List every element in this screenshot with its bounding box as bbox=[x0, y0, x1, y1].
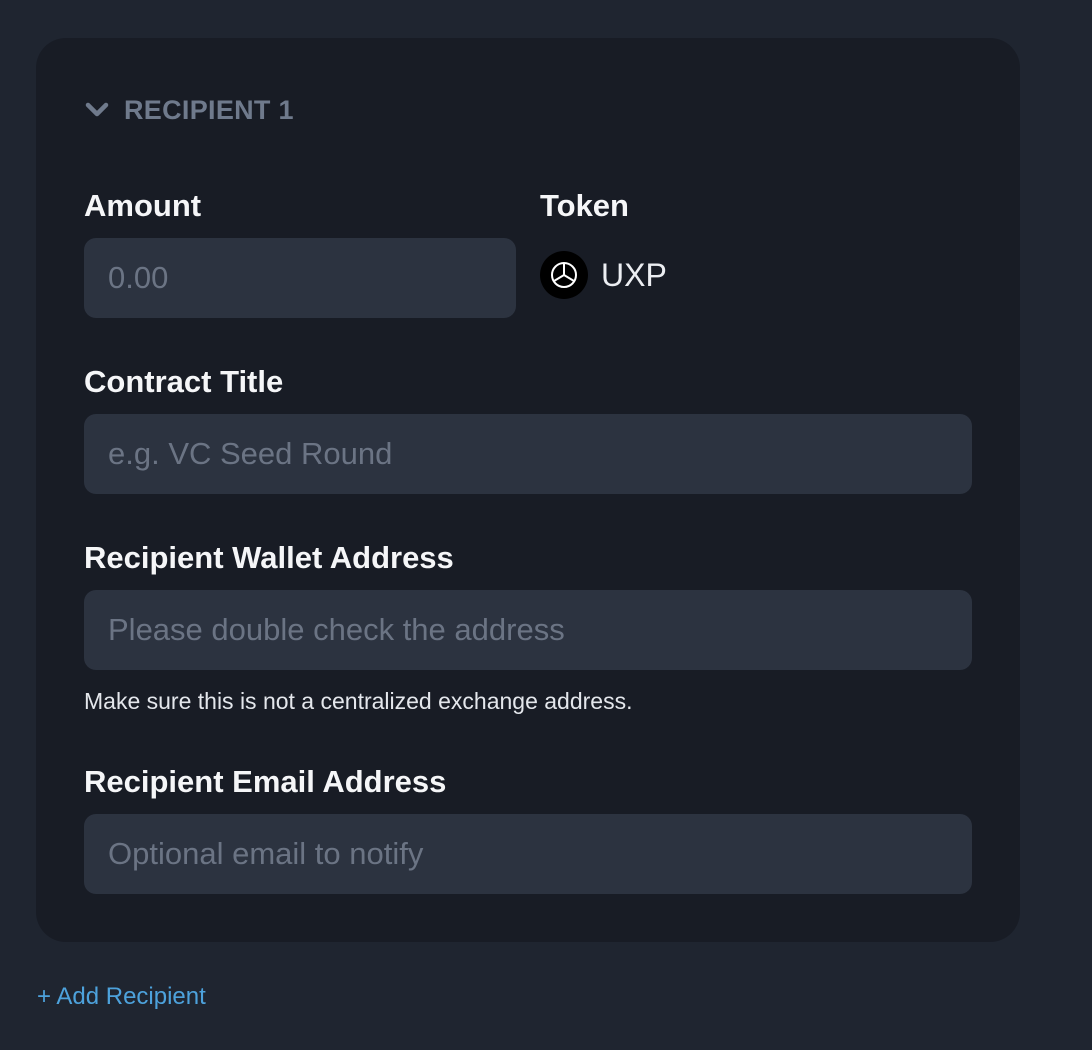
amount-label: Amount bbox=[84, 188, 202, 223]
wallet-address-helper-text: Make sure this is not a centralized exch… bbox=[84, 688, 633, 714]
recipient-section-title: RECIPIENT 1 bbox=[124, 94, 294, 125]
token-display: UXP bbox=[540, 250, 667, 300]
recipient-section-toggle[interactable]: RECIPIENT 1 bbox=[84, 94, 294, 126]
wallet-address-label: Recipient Wallet Address bbox=[84, 540, 454, 575]
token-label: Token bbox=[540, 188, 629, 223]
chevron-down-icon[interactable] bbox=[84, 97, 110, 123]
recipient-card: RECIPIENT 1 Amount Token UXP Contract Ti… bbox=[36, 38, 1020, 942]
email-address-input[interactable] bbox=[84, 814, 972, 894]
wallet-address-input[interactable] bbox=[84, 590, 972, 670]
contract-title-input[interactable] bbox=[84, 414, 972, 494]
add-recipient-button[interactable]: + Add Recipient bbox=[37, 983, 206, 1011]
amount-input[interactable] bbox=[84, 238, 516, 318]
uxp-token-icon bbox=[540, 251, 588, 299]
contract-title-label: Contract Title bbox=[84, 364, 284, 399]
token-name: UXP bbox=[601, 256, 667, 293]
email-address-label: Recipient Email Address bbox=[84, 764, 447, 799]
